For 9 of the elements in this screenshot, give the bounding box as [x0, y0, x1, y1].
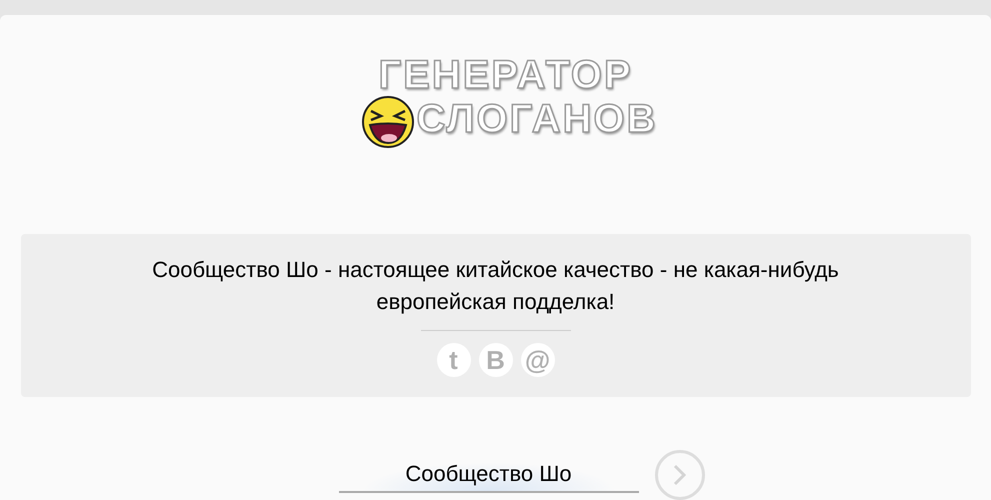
share-button[interactable]: t [436, 342, 470, 377]
laughing-face-icon [360, 95, 414, 149]
slogan-text: Сообщество Шо - настоящее китайское качество - не какая-нибудь европейская подделка! [151, 256, 840, 316]
share-button[interactable]: @ [520, 342, 554, 377]
next-button[interactable] [654, 450, 704, 500]
chevron-right-icon [672, 464, 686, 486]
logo-text: ГЕНЕРАТОР [378, 53, 633, 97]
share-button[interactable]: B [478, 342, 512, 377]
logo-text: СЛОГАНОВ [416, 97, 658, 141]
